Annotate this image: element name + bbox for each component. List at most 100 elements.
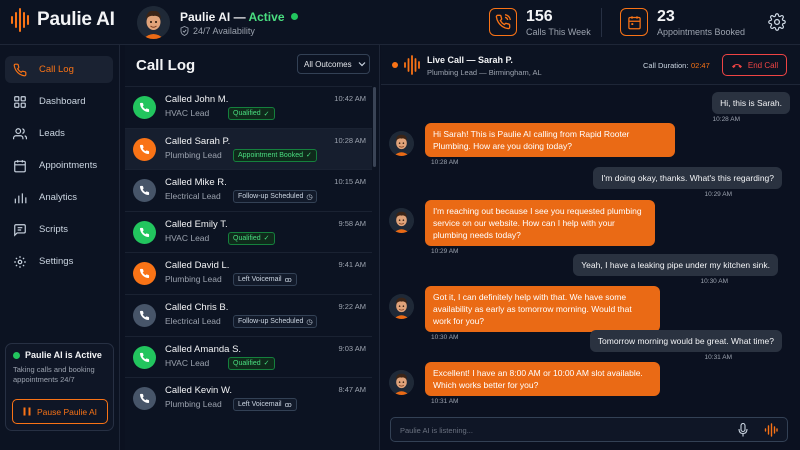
waveform-logo-icon	[11, 8, 29, 32]
outcome-filter-select[interactable]: All Outcomes	[297, 54, 370, 74]
ai-message-bubble: Hi Sarah! This is Paulie AI calling from…	[425, 123, 675, 158]
ai-status-title: Paulie AI is Active	[13, 350, 106, 360]
outcome-badge-icon: ꝏ	[284, 401, 292, 409]
outcome-badge-label: Follow-up Scheduled	[238, 318, 304, 325]
sidebar-item-label: Call Log	[39, 64, 74, 75]
ai-status-title-text: Paulie AI is Active	[25, 350, 102, 360]
outcome-badge: Qualified ✓	[228, 107, 275, 120]
pause-button[interactable]: Pause Paulie AI	[12, 399, 108, 424]
agent-status-title: Paulie AI — Active	[180, 10, 298, 24]
app-logo[interactable]: Paulie AI	[10, 8, 115, 32]
call-log-row[interactable]: Called David L. Plumbing Lead 9:41 AM Left …	[125, 252, 372, 294]
sidebar-item-settings[interactable]: Settings	[5, 248, 113, 275]
call-lead-type: HVAC Lead	[165, 232, 210, 243]
ai-message-bubble: Got it, I can definitely help with that.…	[425, 286, 660, 333]
outcome-badge-label: Qualified	[233, 234, 261, 242]
sidebar-item-scripts[interactable]: Scripts	[5, 216, 113, 243]
message-timestamp: 10:30 AM	[431, 334, 459, 341]
outcome-badge-label: Follow-up Scheduled	[238, 193, 304, 201]
phone-icon	[133, 220, 156, 244]
call-contact-name: Called John M.	[165, 94, 229, 105]
outcome-badge-label: Qualified	[233, 359, 261, 367]
sidebar-item-label: Analytics	[39, 192, 78, 203]
call-lead-type: HVAC Lead	[165, 357, 210, 368]
sidebar: Call Log Dashboard Leads Appointments An…	[0, 45, 120, 450]
gear-icon[interactable]	[768, 13, 786, 31]
outcome-badge-label: Appointment Booked	[238, 151, 303, 159]
call-contact-name: Called Sarah P.	[165, 135, 231, 147]
call-lead-type: Electrical Lead	[165, 316, 221, 326]
chat-input-field[interactable]: Paulie AI is listening...	[390, 417, 788, 442]
call-log-row[interactable]: Called Chris B. Electrical Lead 9:22 AM Fol…	[125, 294, 372, 336]
ai-message-bubble: I'm reaching out because I see you reque…	[425, 200, 655, 247]
caller-message-bubble: I'm doing okay, thanks. What's this rega…	[593, 167, 782, 190]
shield-check-icon	[180, 26, 189, 36]
outcome-badge-label: Left Voicemail	[238, 401, 282, 409]
call-time: 9:41 AM	[338, 260, 366, 270]
agent-status-label: Active	[248, 10, 285, 24]
message-timestamp: 10:31 AM	[431, 398, 459, 405]
call-time: 9:03 AM	[338, 343, 366, 353]
call-log-row[interactable]: Called Sarah P. Plumbing Lead 10:28 AM Appo…	[125, 127, 372, 170]
agent-availability: 24/7 Availability	[180, 26, 255, 36]
call-log-row[interactable]: Called Amanda S. HVAC Lead 9:03 AM Qualifie…	[125, 335, 372, 378]
call-log-scrollbar[interactable]	[373, 87, 376, 167]
call-lead-type: Electrical Lead	[165, 191, 221, 202]
phone-icon	[133, 179, 156, 203]
sidebar-item-leads[interactable]: Leads	[5, 120, 113, 147]
chat-icon	[14, 223, 26, 237]
outcome-badge-icon: ✓	[263, 360, 270, 368]
ai-status-description: Taking calls and booking appointments 24…	[13, 365, 95, 385]
phone-icon	[133, 137, 156, 161]
calls-this-week-value: 156	[526, 8, 553, 25]
call-log-row[interactable]: Called Kevin W. Plumbing Lead 8:47 AM Left …	[125, 377, 372, 419]
call-contact-name: Called Emily T.	[165, 218, 228, 230]
ai-avatar	[389, 294, 414, 319]
chat-input-placeholder: Paulie AI is listening...	[400, 426, 473, 435]
sidebar-item-call-log[interactable]: Call Log	[5, 56, 113, 83]
outcome-badge: Follow-up Scheduled ◷	[233, 315, 318, 328]
waveform-icon	[764, 423, 778, 437]
outcome-badge-icon: ✓	[263, 235, 270, 243]
outcome-filter-value: All Outcomes	[304, 59, 352, 69]
hang-up-icon	[731, 63, 742, 68]
sidebar-item-analytics[interactable]: Analytics	[5, 184, 113, 211]
message-timestamp: 10:28 AM	[712, 116, 740, 123]
microphone-icon[interactable]	[738, 423, 748, 437]
call-log-row[interactable]: Called Mike R. Electrical Lead 10:15 AM Fol…	[125, 169, 372, 211]
outcome-badge: Qualified ✓	[228, 231, 275, 245]
phone-icon	[133, 387, 156, 411]
outcome-badge: Follow-up Scheduled ◷	[233, 190, 318, 204]
ai-avatar	[389, 208, 414, 233]
active-dot	[13, 351, 20, 359]
outcome-badge: Appointment Booked ✓	[233, 148, 317, 162]
sidebar-item-appointments[interactable]: Appointments	[5, 152, 113, 179]
call-log-row[interactable]: Called John M. HVAC Lead 10:42 AM Qualified…	[125, 86, 372, 128]
outcome-badge: Left Voicemail ꝏ	[233, 273, 297, 287]
availability-text: 24/7 Availability	[193, 26, 255, 36]
ai-message-bubble: Excellent! I have an 8:00 AM or 10:00 AM…	[425, 362, 660, 397]
caller-message-bubble: Hi, this is Sarah.	[712, 92, 790, 115]
outcome-badge: Left Voicemail ꝏ	[233, 398, 297, 412]
users-icon	[13, 127, 27, 139]
appointments-booked-label: Appointments Booked	[657, 27, 746, 37]
pause-icon	[23, 407, 31, 416]
live-call-header: Live Call — Sarah P. Plumbing Lead — Bir…	[381, 45, 800, 85]
caller-message-bubble: Yeah, I have a leaking pipe under my kit…	[573, 254, 778, 277]
top-header: Paulie AI Paulie AI — Active 24/7 Availa…	[0, 0, 800, 45]
call-time: 9:58 AM	[338, 218, 366, 228]
grid-icon	[14, 95, 26, 108]
call-lead-type: HVAC Lead	[165, 108, 210, 118]
sidebar-item-dashboard[interactable]: Dashboard	[5, 88, 113, 115]
ai-status-card: Paulie AI is Active Taking calls and boo…	[5, 343, 114, 431]
end-call-button[interactable]: End Call	[722, 54, 787, 76]
outcome-badge-label: Left Voicemail	[238, 276, 282, 284]
call-log-row[interactable]: Called Emily T. HVAC Lead 9:58 AM Qualified…	[125, 210, 372, 253]
active-dot	[290, 13, 298, 20]
outcome-badge-icon: ꝏ	[284, 276, 292, 284]
outcome-badge-icon: ◷	[306, 193, 313, 201]
message-timestamp: 10:30 AM	[700, 278, 728, 285]
sidebar-item-label: Settings	[39, 256, 74, 267]
call-lead-type: Plumbing Lead	[165, 149, 222, 160]
phone-icon	[13, 63, 27, 76]
